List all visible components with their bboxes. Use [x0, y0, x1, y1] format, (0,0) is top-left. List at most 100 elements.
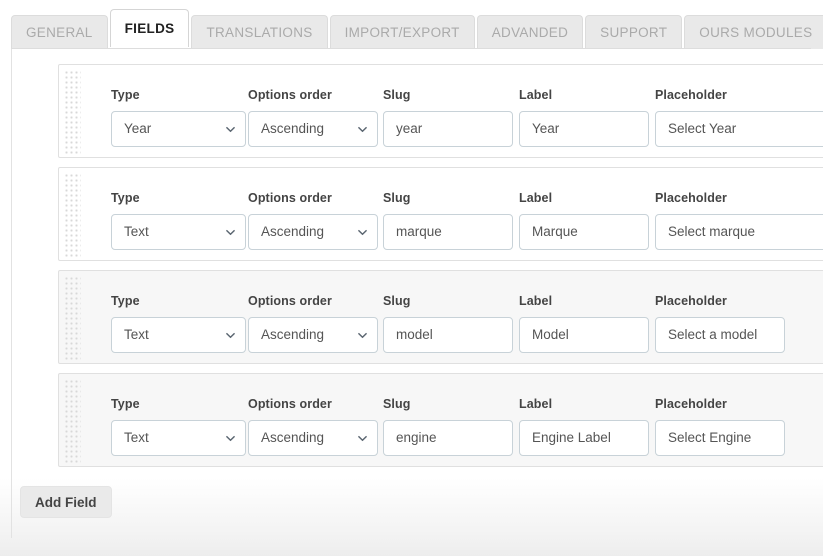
input-label[interactable]: Model — [519, 317, 649, 353]
column-header-options-order: Options order — [248, 397, 332, 411]
tab-ours-modules[interactable]: OURS MODULES — [684, 15, 823, 49]
column-header-placeholder: Placeholder — [655, 191, 727, 205]
field-column-options-order: Options order Ascending — [248, 191, 378, 250]
column-header-slug: Slug — [383, 191, 411, 205]
value-text: model — [396, 327, 433, 342]
select-options-order[interactable]: Ascending — [248, 111, 378, 147]
column-header-options-order: Options order — [248, 88, 332, 102]
input-placeholder[interactable]: Select Year — [655, 111, 823, 147]
column-header-label: Label — [519, 397, 553, 411]
field-column-type: Type Text — [111, 294, 246, 353]
value-text: Text — [124, 224, 149, 239]
input-slug[interactable]: engine — [383, 420, 513, 456]
field-column-slug: Slug year — [383, 88, 513, 147]
select-options-order[interactable]: Ascending — [248, 317, 378, 353]
select-type[interactable]: Text — [111, 420, 246, 456]
field-column-placeholder: Placeholder Select Engine — [655, 397, 785, 456]
drag-handle-icon[interactable] — [63, 172, 81, 258]
chevron-down-icon — [226, 434, 235, 443]
input-placeholder[interactable]: Select Engine — [655, 420, 785, 456]
select-options-order[interactable]: Ascending — [248, 214, 378, 250]
field-row: Type Year Options order Ascending Slug year La… — [58, 64, 823, 158]
tab-fields[interactable]: FIELDS — [109, 9, 190, 47]
chevron-down-icon — [226, 331, 235, 340]
value-text: Ascending — [261, 224, 325, 239]
column-header-placeholder: Placeholder — [655, 294, 727, 308]
tab-translations[interactable]: TRANSLATIONS — [191, 15, 328, 49]
value-text: Ascending — [261, 121, 325, 136]
select-type[interactable]: Year — [111, 111, 246, 147]
tab-import-export[interactable]: IMPORT/EXPORT — [329, 15, 475, 49]
field-column-slug: Slug marque — [383, 191, 513, 250]
column-header-type: Type — [111, 191, 140, 205]
column-header-slug: Slug — [383, 88, 411, 102]
column-header-type: Type — [111, 88, 140, 102]
column-header-type: Type — [111, 397, 140, 411]
value-text: Model — [532, 327, 569, 342]
value-text: Year — [124, 121, 152, 136]
input-slug[interactable]: model — [383, 317, 513, 353]
value-text: Select Engine — [668, 430, 752, 445]
fields-tab-panel: Type Year Options order Ascending Slug year La… — [11, 48, 823, 538]
drag-handle-icon[interactable] — [63, 275, 81, 361]
field-row-columns: Type Text Options order Ascending Slug model L… — [111, 271, 785, 365]
value-text: Engine Label — [532, 430, 611, 445]
value-text: Ascending — [261, 430, 325, 445]
field-column-placeholder: Placeholder Select Year — [655, 88, 823, 147]
tab-advanded[interactable]: ADVANDED — [476, 15, 584, 49]
value-text: Ascending — [261, 327, 325, 342]
add-field-button[interactable]: Add Field — [20, 486, 112, 518]
tab-bar-underline — [11, 48, 811, 49]
value-text: Select Year — [668, 121, 737, 136]
tab-support[interactable]: SUPPORT — [585, 15, 683, 49]
field-column-placeholder: Placeholder Select a model — [655, 294, 785, 353]
field-column-placeholder: Placeholder Select marque — [655, 191, 823, 250]
value-text: Select marque — [668, 224, 756, 239]
field-row-columns: Type Year Options order Ascending Slug year La… — [111, 65, 823, 159]
column-header-options-order: Options order — [248, 294, 332, 308]
value-text: Year — [532, 121, 560, 136]
select-type[interactable]: Text — [111, 317, 246, 353]
field-row: Type Text Options order Ascending Slug marque… — [58, 167, 823, 261]
input-placeholder[interactable]: Select a model — [655, 317, 785, 353]
field-row: Type Text Options order Ascending Slug engine… — [58, 373, 823, 467]
column-header-slug: Slug — [383, 294, 411, 308]
chevron-down-icon — [358, 331, 367, 340]
input-label[interactable]: Year — [519, 111, 649, 147]
select-options-order[interactable]: Ascending — [248, 420, 378, 456]
column-header-options-order: Options order — [248, 191, 332, 205]
field-row: Type Text Options order Ascending Slug model L… — [58, 270, 823, 364]
chevron-down-icon — [358, 434, 367, 443]
column-header-label: Label — [519, 88, 553, 102]
value-text: Select a model — [668, 327, 758, 342]
column-header-label: Label — [519, 191, 553, 205]
input-slug[interactable]: marque — [383, 214, 513, 250]
column-header-type: Type — [111, 294, 140, 308]
value-text: engine — [396, 430, 437, 445]
field-column-options-order: Options order Ascending — [248, 294, 378, 353]
field-column-slug: Slug model — [383, 294, 513, 353]
input-placeholder[interactable]: Select marque — [655, 214, 823, 250]
input-label[interactable]: Marque — [519, 214, 649, 250]
chevron-down-icon — [358, 125, 367, 134]
field-column-options-order: Options order Ascending — [248, 397, 378, 456]
select-type[interactable]: Text — [111, 214, 246, 250]
field-row-columns: Type Text Options order Ascending Slug engine… — [111, 374, 785, 468]
tab-general[interactable]: GENERAL — [11, 15, 108, 49]
input-label[interactable]: Engine Label — [519, 420, 649, 456]
field-column-type: Type Text — [111, 397, 246, 456]
drag-handle-icon[interactable] — [63, 69, 81, 155]
chevron-down-icon — [358, 228, 367, 237]
input-slug[interactable]: year — [383, 111, 513, 147]
chevron-down-icon — [226, 228, 235, 237]
fields-list: Type Year Options order Ascending Slug year La… — [58, 64, 823, 476]
chevron-down-icon — [226, 125, 235, 134]
value-text: Marque — [532, 224, 578, 239]
field-row-columns: Type Text Options order Ascending Slug marque… — [111, 168, 823, 262]
drag-handle-icon[interactable] — [63, 378, 81, 464]
field-column-label: Label Engine Label — [519, 397, 649, 456]
value-text: Text — [124, 327, 149, 342]
value-text: Text — [124, 430, 149, 445]
field-column-label: Label Year — [519, 88, 649, 147]
field-column-label: Label Marque — [519, 191, 649, 250]
